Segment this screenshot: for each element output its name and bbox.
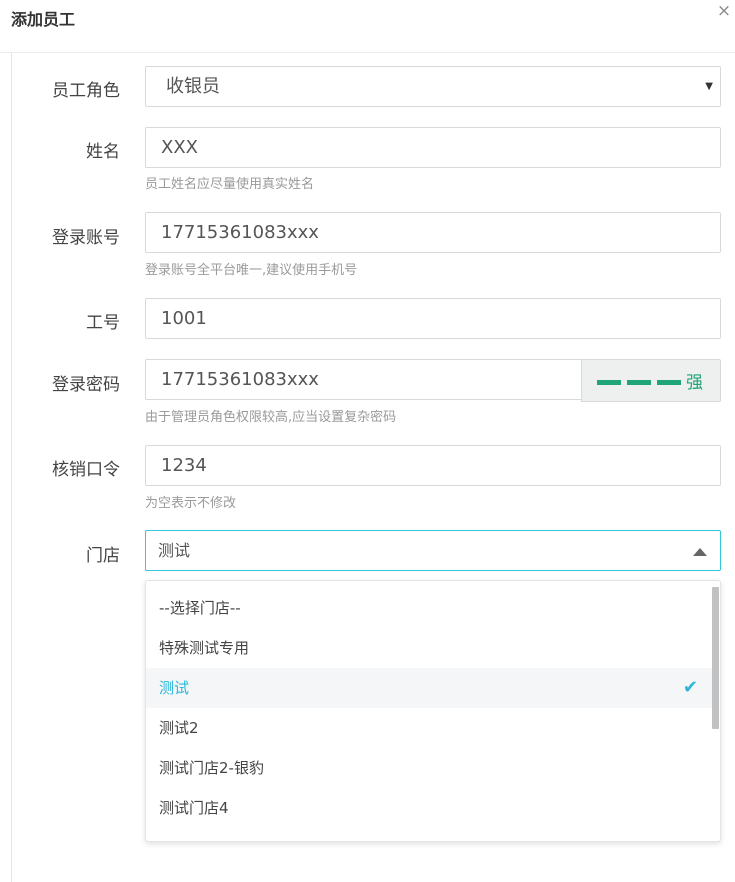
store-option[interactable]: --选择门店-- — [146, 588, 712, 628]
strength-bar-3 — [657, 380, 681, 385]
store-select[interactable]: 测试 — [145, 530, 721, 571]
store-option[interactable]: 测试门店4 — [146, 788, 712, 828]
dialog-title: 添加员工 — [11, 10, 76, 29]
store-option-selected[interactable]: 测试 ✔ — [146, 668, 712, 708]
chevron-up-icon — [693, 548, 707, 556]
option-label: 特殊测试专用 — [159, 639, 250, 657]
option-label: 测试门店4 — [159, 799, 229, 817]
name-label: 姓名 — [86, 142, 120, 162]
chevron-down-icon: ▼ — [705, 81, 713, 92]
option-label: 测试 — [159, 679, 190, 697]
verify-code-input[interactable]: 1234 — [145, 445, 721, 486]
option-label: 测试2 — [159, 719, 199, 737]
name-help: 员工姓名应尽量使用真实姓名 — [145, 177, 315, 192]
account-label: 登录账号 — [52, 228, 120, 248]
employee-no-label: 工号 — [86, 313, 120, 333]
role-label: 员工角色 — [52, 81, 120, 101]
role-select[interactable]: 收银员 ▼ — [145, 66, 721, 107]
store-option[interactable]: 测试门店2-银豹 — [146, 748, 712, 788]
store-dropdown: --选择门店-- 特殊测试专用 测试 ✔ 测试2 测试门店2-银豹 测试门店4 — [145, 580, 721, 842]
password-help: 由于管理员角色权限较高,应当设置复杂密码 — [145, 410, 397, 425]
store-value: 测试 — [158, 541, 191, 560]
dropdown-scrollbar[interactable] — [712, 587, 719, 729]
password-strength-meter: 强 — [581, 359, 721, 402]
name-input[interactable]: XXX — [145, 127, 721, 168]
strength-bar-1 — [597, 380, 621, 385]
account-input[interactable]: 17715361083xxx — [145, 212, 721, 253]
check-icon: ✔ — [682, 677, 698, 698]
verify-code-label: 核销口令 — [52, 460, 120, 480]
password-label: 登录密码 — [52, 375, 120, 395]
password-input[interactable]: 17715361083xxx — [145, 359, 582, 400]
option-label: --选择门店-- — [159, 599, 241, 617]
close-icon[interactable]: × — [715, 2, 733, 20]
employee-no-input[interactable]: 1001 — [145, 298, 721, 339]
store-label: 门店 — [86, 546, 120, 566]
option-label: 测试门店2-银豹 — [159, 759, 264, 777]
account-help: 登录账号全平台唯一,建议使用手机号 — [145, 263, 358, 278]
strength-label: 强 — [686, 373, 703, 393]
strength-bar-2 — [627, 380, 651, 385]
verify-code-help: 为空表示不修改 — [145, 496, 237, 511]
role-value: 收银员 — [166, 76, 220, 97]
store-option[interactable]: 测试2 — [146, 708, 712, 748]
dialog-header: 添加员工 × — [0, 0, 735, 53]
store-option[interactable]: 特殊测试专用 — [146, 628, 712, 668]
